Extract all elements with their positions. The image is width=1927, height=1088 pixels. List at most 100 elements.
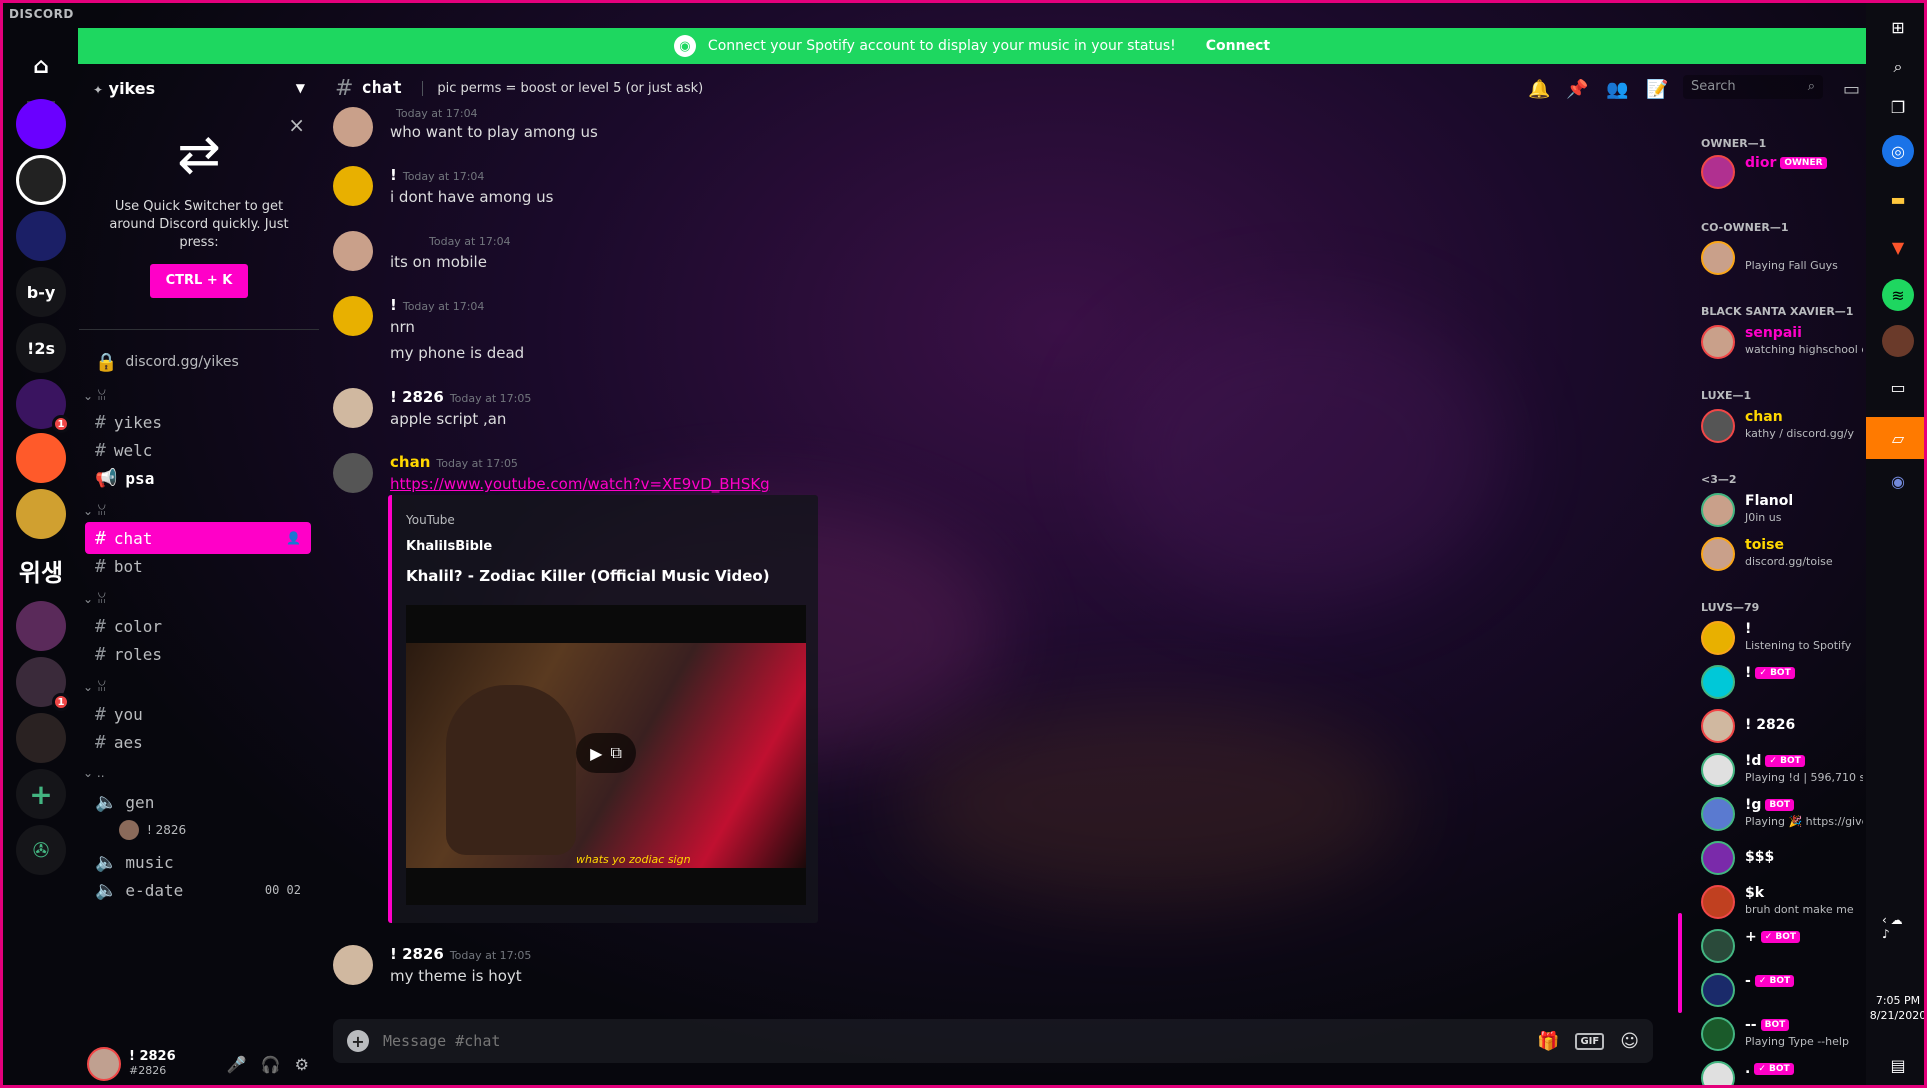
member-item[interactable]: chan kathy / discord.gg/y <box>1701 405 1863 445</box>
spotify-connect-button[interactable]: Connect <box>1206 38 1270 54</box>
guild-icon-11[interactable]: 1 <box>16 657 70 711</box>
category-1[interactable]: ⌄ ꈍ <box>83 387 106 403</box>
channel-bot[interactable]: # bot <box>85 550 311 582</box>
member-item[interactable]: toise discord.gg/toise <box>1701 533 1863 573</box>
bell-icon[interactable]: 🔔 <box>1528 79 1550 100</box>
member-item[interactable]: $$$ <box>1701 837 1863 877</box>
guild-icon-10[interactable] <box>16 601 66 651</box>
spotify-icon[interactable]: ≋ <box>1882 279 1914 311</box>
headphones-icon[interactable]: 🎧 <box>261 1055 281 1074</box>
message-author[interactable]: ! <box>390 166 397 184</box>
guild-icon-2[interactable] <box>16 155 66 205</box>
member-item[interactable]: senpaii watching highschool dx <box>1701 321 1863 361</box>
category-label: .. <box>96 766 105 780</box>
avatar[interactable] <box>333 296 373 336</box>
file-explorer-icon[interactable]: ▬ <box>1882 183 1914 215</box>
invite-link[interactable]: 🔒 discord.gg/yikes <box>85 346 311 378</box>
avatar[interactable] <box>333 388 373 428</box>
guild-icon-3[interactable] <box>16 211 66 261</box>
member-item[interactable]: + ✓ BOT <box>1701 925 1863 965</box>
member-item[interactable]: dior OWNER <box>1701 151 1863 191</box>
member-item[interactable]: -- BOT Playing Type --help <box>1701 1013 1863 1053</box>
windows-start-icon[interactable]: ⊞ <box>1882 11 1914 43</box>
scrollbar-thumb[interactable] <box>1678 913 1682 1013</box>
emoji-icon[interactable]: ☺ <box>1620 1031 1639 1052</box>
youtube-link[interactable]: https://www.youtube.com/watch?v=XE9vD_BH… <box>390 475 770 493</box>
avatar[interactable] <box>333 166 373 206</box>
play-button[interactable]: ▶ ⧉ <box>576 733 636 773</box>
member-item[interactable]: !g BOT Playing 🎉 https://give <box>1701 793 1863 833</box>
system-clock[interactable]: 7:05 PM 8/21/2020 <box>1866 993 1924 1023</box>
mute-icon[interactable]: 🎤 <box>227 1055 247 1074</box>
member-group-title: LUXE—1 <box>1701 389 1752 402</box>
notification-icon[interactable]: ▤ <box>1882 1049 1914 1081</box>
member-item[interactable]: ! 2826 <box>1701 705 1863 745</box>
discord-icon[interactable]: ◉ <box>1882 465 1914 497</box>
task-view-icon[interactable]: ❐ <box>1882 91 1914 123</box>
guild-2s[interactable]: !2s <box>16 323 66 373</box>
brave-icon[interactable]: ▼ <box>1882 231 1914 263</box>
message-author[interactable]: chan <box>390 453 430 471</box>
chrome-icon[interactable]: ◎ <box>1882 135 1914 167</box>
channel-topic[interactable]: pic perms = boost or level 5 (or just as… <box>422 80 703 96</box>
gift-icon[interactable]: 🎁 <box>1537 1031 1559 1052</box>
member-item[interactable]: - ✓ BOT <box>1701 969 1863 1009</box>
avatar[interactable] <box>333 453 373 493</box>
message-author[interactable]: ! <box>390 296 397 314</box>
home-icon[interactable]: ⌂ <box>16 41 66 91</box>
guild-icon-7[interactable] <box>16 433 66 483</box>
guild-icon-1[interactable] <box>16 99 66 149</box>
member-item[interactable]: $k bruh dont make me <box>1701 881 1863 921</box>
category-2[interactable]: ⌄ ꈍ <box>83 502 106 518</box>
gif-icon[interactable]: GIF <box>1575 1032 1605 1050</box>
voice-user[interactable]: ! 2826 <box>109 814 309 846</box>
channel-title: chat <box>361 78 403 98</box>
message-author[interactable]: ! 2826 <box>390 388 444 406</box>
explore-servers-icon[interactable]: ✇ <box>16 825 66 875</box>
avatar[interactable] <box>333 107 373 147</box>
embed-author[interactable]: KhalilsBible <box>406 539 492 554</box>
category-5[interactable]: ⌄ .. <box>83 766 105 780</box>
server-header[interactable]: ✦ yikes ▼ <box>79 64 319 112</box>
speaker-icon: 🔈 <box>95 879 118 901</box>
guild-icon-8[interactable] <box>16 489 66 539</box>
channel-roles[interactable]: # roles <box>85 638 311 670</box>
terminal-icon[interactable]: ▭ <box>1882 371 1914 403</box>
member-item[interactable]: ! ✓ BOT <box>1701 661 1863 701</box>
gear-icon[interactable]: ⚙ <box>295 1055 309 1074</box>
video-thumbnail[interactable]: whats yo zodiac sign ▶ ⧉ <box>406 605 806 905</box>
category-4[interactable]: ⌄ ꈍ <box>83 678 106 694</box>
add-server-icon[interactable]: + <box>16 769 66 819</box>
pin-icon[interactable]: 📌 <box>1566 79 1588 100</box>
guild-icon-12[interactable] <box>16 713 66 763</box>
edit-icon[interactable]: 📝 <box>1646 79 1668 100</box>
invite-user-icon[interactable]: 👤 <box>286 531 301 545</box>
inbox-icon[interactable]: ▭ <box>1843 79 1860 100</box>
guild-b-y[interactable]: b-y <box>16 267 66 317</box>
add-attachment-icon[interactable]: + <box>347 1030 369 1052</box>
category-3[interactable]: ⌄ ꈍ <box>83 590 106 606</box>
notes-icon[interactable]: ▱ <box>1866 417 1924 459</box>
search-input[interactable]: Search ⌕ <box>1683 75 1823 99</box>
voice-channel-e-date[interactable]: 🔈 e-date 00 02 <box>85 874 311 906</box>
tray-icons[interactable]: ‹ ☁ ♪ <box>1882 911 1914 943</box>
close-icon[interactable]: × <box>288 115 305 135</box>
guild-wisaeng[interactable]: 위생 <box>16 545 66 595</box>
avatar[interactable] <box>333 231 373 271</box>
channel-aes[interactable]: # aes <box>85 726 311 758</box>
avatar[interactable] <box>87 1047 121 1081</box>
avatar[interactable] <box>333 945 373 985</box>
message-input[interactable] <box>383 1032 1526 1050</box>
embed-title[interactable]: Khalil? - Zodiac Killer (Official Music … <box>406 567 770 585</box>
member-item[interactable]: . ✓ BOT <box>1701 1057 1863 1085</box>
member-item[interactable]: ! Listening to Spotify <box>1701 617 1863 657</box>
search-icon[interactable]: ⌕ <box>1882 51 1914 83</box>
member-item[interactable]: !d✓ BOT Playing !d | 596,710 ser <box>1701 749 1863 789</box>
member-item[interactable]: Playing Fall Guys <box>1701 237 1863 277</box>
app-icon[interactable] <box>1882 325 1914 357</box>
channel-psa[interactable]: 📢 psa <box>85 462 311 494</box>
member-item[interactable]: Flanol J0in us <box>1701 489 1863 529</box>
members-icon[interactable]: 👥 <box>1606 79 1628 100</box>
guild-icon-6[interactable]: 1 <box>16 379 70 433</box>
message-author[interactable]: ! 2826 <box>390 945 444 963</box>
